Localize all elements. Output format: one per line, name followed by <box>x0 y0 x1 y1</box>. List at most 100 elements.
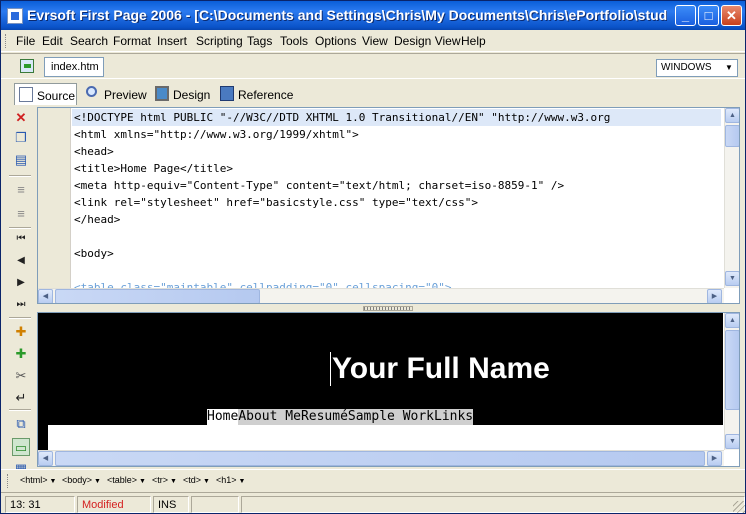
chevron-down-icon: ▼ <box>49 478 57 485</box>
preview-nav: HomeAbout MeResuméSample WorkLinks <box>207 409 474 425</box>
nav-link-resume[interactable]: Resumé <box>300 409 348 425</box>
split-vertical-icon[interactable]: ▭ <box>12 438 30 456</box>
chevron-down-icon[interactable]: ▼ <box>722 61 736 75</box>
tab-source[interactable]: Source <box>14 83 77 105</box>
preview-horizontal-scrollbar[interactable]: ◀ ▶ <box>38 450 724 466</box>
scroll-thumb[interactable] <box>725 125 739 147</box>
open-document-icon[interactable] <box>20 59 34 73</box>
preview-pane[interactable]: Your Full Name HomeAbout MeResuméSample … <box>37 312 740 467</box>
close-document-icon[interactable]: ✕ <box>12 109 30 127</box>
editor-vertical-scrollbar[interactable]: ▲ ▼ <box>724 108 739 288</box>
word-wrap-icon[interactable]: ↵ <box>12 389 30 407</box>
indent-icon[interactable]: ≡ <box>12 205 30 223</box>
scroll-down-icon[interactable]: ▼ <box>725 434 739 449</box>
scroll-left-icon[interactable]: ◀ <box>38 451 53 466</box>
menu-insert[interactable]: Insert <box>157 34 187 48</box>
view-tabs: Source Preview Design Reference <box>1 80 745 106</box>
menu-search[interactable]: Search <box>70 34 108 48</box>
tab-preview[interactable]: Preview <box>82 83 148 105</box>
tab-design[interactable]: Design <box>151 83 213 105</box>
chevron-down-icon: ▼ <box>170 478 177 485</box>
menu-file[interactable]: File <box>16 34 35 48</box>
tag-label: <h1> <box>216 475 237 485</box>
menu-format[interactable]: Format <box>113 34 151 48</box>
scroll-up-icon[interactable]: ▲ <box>725 108 739 123</box>
left-toolbar: ✕ ❐ ▤ ≡ ≡ ⏮ ◀ ▶ ⏭ ✚ ✚ ✂ ↵ ⧉ ▭ ▦ <box>1 107 35 469</box>
new-window-icon[interactable]: ❐ <box>12 129 30 147</box>
code-editor[interactable]: <!DOCTYPE html PUBLIC "-//W3C//DTD XHTML… <box>37 107 740 304</box>
insert-mode: INS <box>153 496 189 513</box>
maximize-button[interactable]: □ <box>698 5 719 26</box>
menu-tags[interactable]: Tags <box>247 34 272 48</box>
scroll-thumb[interactable] <box>55 289 260 303</box>
status-empty <box>191 496 239 513</box>
layout-icon[interactable]: ▦ <box>12 460 30 469</box>
scroll-thumb[interactable] <box>55 451 705 466</box>
tag-html[interactable]: <html> ▼ <box>20 475 56 485</box>
nav-link-links[interactable]: Links <box>434 409 474 425</box>
code-line: <html xmlns="http://www.w3.org/1999/xhtm… <box>74 128 359 141</box>
menu-tools[interactable]: Tools <box>280 34 308 48</box>
tab-source-label: Source <box>37 89 76 103</box>
toolbar-grip[interactable] <box>5 34 8 48</box>
first-icon[interactable]: ⏮ <box>12 230 30 248</box>
code-line: <table class="maintable" cellpadding="0"… <box>74 281 452 288</box>
code-line: <!DOCTYPE html PUBLIC "-//W3C//DTD XHTML… <box>72 109 721 126</box>
menu-options[interactable]: Options <box>315 34 356 48</box>
next-icon[interactable]: ▶ <box>12 274 30 292</box>
close-button[interactable]: ✕ <box>721 5 742 26</box>
cursor-position: 13: 31 <box>5 496 75 513</box>
scroll-right-icon[interactable]: ▶ <box>707 451 722 466</box>
scroll-down-icon[interactable]: ▼ <box>725 271 739 286</box>
splitter-grip[interactable] <box>363 306 413 311</box>
nav-link-about[interactable]: About Me <box>238 409 301 425</box>
charset-select[interactable]: WINDOWS ▼ <box>656 59 738 77</box>
code-area[interactable]: <!DOCTYPE html PUBLIC "-//W3C//DTD XHTML… <box>72 108 723 288</box>
chevron-down-icon: ▼ <box>238 478 246 485</box>
page-icon <box>19 87 33 102</box>
menu-edit[interactable]: Edit <box>42 34 63 48</box>
preview-vertical-scrollbar[interactable]: ▲ ▼ <box>724 313 739 450</box>
tag-body[interactable]: <body> ▼ <box>62 475 101 485</box>
tools-icon[interactable]: ✂ <box>12 367 30 385</box>
pane-splitter[interactable] <box>37 305 740 312</box>
book-icon <box>220 86 234 101</box>
resize-grip-icon[interactable] <box>733 501 745 513</box>
menu-design-view[interactable]: Design View <box>394 34 460 48</box>
menu-view[interactable]: View <box>362 34 388 48</box>
outdent-icon[interactable]: ≡ <box>12 181 30 199</box>
scroll-right-icon[interactable]: ▶ <box>707 289 722 303</box>
file-tab-index[interactable]: index.htm <box>44 57 104 77</box>
tab-preview-label: Preview <box>104 88 147 102</box>
last-icon[interactable]: ⏭ <box>12 296 30 314</box>
menu-scripting[interactable]: Scripting <box>196 34 243 48</box>
scroll-left-icon[interactable]: ◀ <box>38 289 53 303</box>
minimize-button[interactable]: _ <box>675 5 696 26</box>
tag-table[interactable]: <table> ▼ <box>107 475 146 485</box>
status-message <box>241 496 745 513</box>
nav-link-sample-work[interactable]: Sample Work <box>347 409 434 425</box>
split-horizontal-icon[interactable]: ⧉ <box>12 415 30 433</box>
modified-status: Modified <box>77 496 151 513</box>
scroll-up-icon[interactable]: ▲ <box>725 313 739 328</box>
chevron-down-icon: ▼ <box>94 478 101 485</box>
toolbar-grip[interactable] <box>7 474 10 488</box>
scroll-thumb[interactable] <box>725 330 739 410</box>
title-bar[interactable]: Evrsoft First Page 2006 - [C:\Documents … <box>1 1 745 30</box>
tile-windows-icon[interactable]: ▤ <box>12 151 30 169</box>
add-tag-icon[interactable]: ✚ <box>12 323 30 341</box>
menu-help[interactable]: Help <box>461 34 486 48</box>
tag-tr[interactable]: <tr> ▼ <box>152 475 177 485</box>
add-item-icon[interactable]: ✚ <box>12 345 30 363</box>
code-line: <head> <box>74 145 114 158</box>
nav-link-home[interactable]: Home <box>207 409 239 425</box>
tag-h1[interactable]: <h1> ▼ <box>216 475 245 485</box>
editor-horizontal-scrollbar[interactable]: ◀ ▶ <box>38 288 724 303</box>
file-tab-bar: index.htm WINDOWS ▼ <box>1 53 745 79</box>
previous-icon[interactable]: ◀ <box>12 252 30 270</box>
tab-reference[interactable]: Reference <box>216 83 294 105</box>
tag-td[interactable]: <td> ▼ <box>183 475 210 485</box>
menu-bar: File Edit Search Format Insert Scripting… <box>1 30 745 52</box>
tag-path-bar: <html> ▼ <body> ▼ <table> ▼ <tr> ▼ <td> ▼ <h1… <box>1 469 745 491</box>
chevron-down-icon: ▼ <box>139 478 146 485</box>
